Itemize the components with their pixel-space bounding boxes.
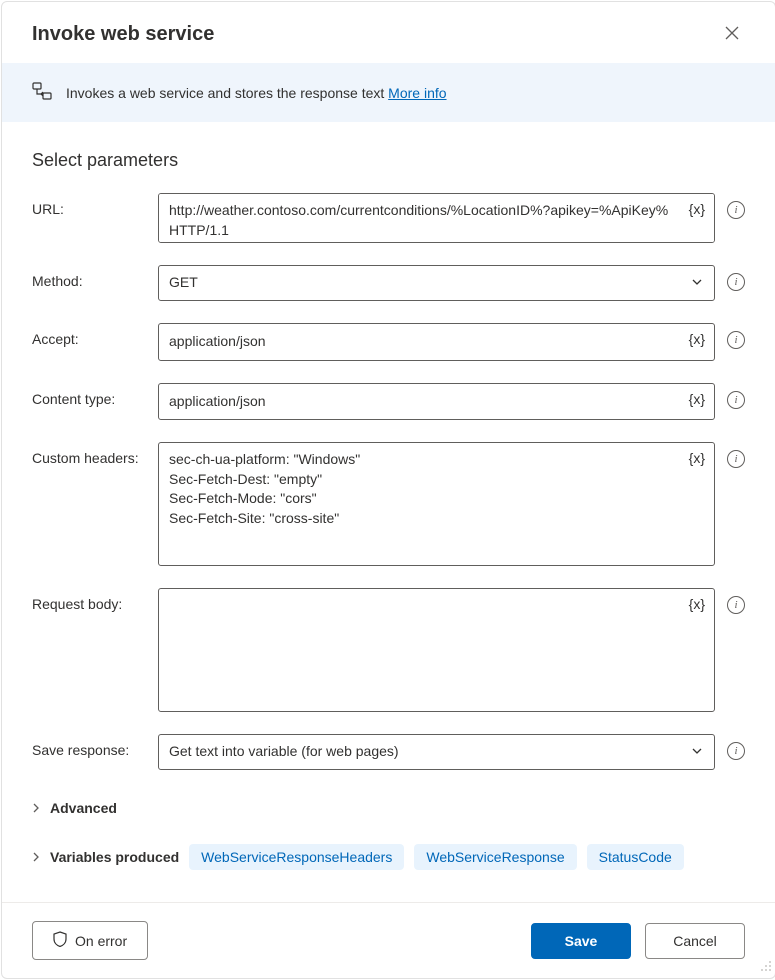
dialog-content: Select parameters URL: {x} i Method: GET — [2, 122, 775, 902]
variable-pill[interactable]: StatusCode — [587, 844, 684, 870]
banner-description: Invokes a web service and stores the res… — [66, 85, 388, 101]
field-row-method: Method: GET i — [32, 265, 745, 301]
chevron-right-icon — [32, 852, 42, 862]
label-url: URL: — [32, 193, 158, 217]
field-row-url: URL: {x} i — [32, 193, 745, 243]
field-row-save-response: Save response: Get text into variable (f… — [32, 734, 745, 770]
variable-pill[interactable]: WebServiceResponseHeaders — [189, 844, 404, 870]
content-type-input[interactable] — [158, 383, 715, 421]
info-icon[interactable]: i — [727, 596, 745, 614]
info-icon[interactable]: i — [727, 742, 745, 760]
info-icon[interactable]: i — [727, 273, 745, 291]
variable-picker-icon[interactable]: {x} — [689, 596, 705, 612]
variable-picker-icon[interactable]: {x} — [689, 391, 705, 407]
advanced-label: Advanced — [50, 800, 117, 816]
cancel-button[interactable]: Cancel — [645, 923, 745, 959]
close-button[interactable] — [719, 20, 745, 49]
request-body-input[interactable] — [158, 588, 715, 712]
close-icon — [725, 26, 739, 40]
info-icon[interactable]: i — [727, 331, 745, 349]
footer-right: Save Cancel — [531, 923, 745, 959]
variables-produced-row: Variables produced WebServiceResponseHea… — [32, 836, 745, 878]
info-icon[interactable]: i — [727, 201, 745, 219]
variable-picker-icon[interactable]: {x} — [689, 450, 705, 466]
section-title: Select parameters — [32, 150, 745, 171]
field-row-custom-headers: Custom headers: {x} i — [32, 442, 745, 566]
info-banner: Invokes a web service and stores the res… — [2, 63, 775, 122]
label-custom-headers: Custom headers: — [32, 442, 158, 466]
label-request-body: Request body: — [32, 588, 158, 612]
label-content-type: Content type: — [32, 383, 158, 407]
info-icon[interactable]: i — [727, 450, 745, 468]
web-service-icon — [32, 81, 52, 104]
variable-picker-icon[interactable]: {x} — [689, 201, 705, 217]
url-input[interactable] — [158, 193, 715, 243]
banner-text: Invokes a web service and stores the res… — [66, 85, 447, 101]
variable-picker-icon[interactable]: {x} — [689, 331, 705, 347]
save-response-select[interactable]: Get text into variable (for web pages) — [158, 734, 715, 770]
advanced-expander[interactable]: Advanced — [32, 792, 745, 824]
info-icon[interactable]: i — [727, 391, 745, 409]
dialog-footer: On error Save Cancel — [2, 902, 775, 978]
variables-produced-expander[interactable]: Variables produced — [32, 849, 179, 865]
method-select[interactable]: GET — [158, 265, 715, 301]
save-button[interactable]: Save — [531, 923, 631, 959]
dialog-title: Invoke web service — [32, 23, 214, 46]
chevron-right-icon — [32, 803, 42, 813]
label-method: Method: — [32, 265, 158, 289]
label-accept: Accept: — [32, 323, 158, 347]
variables-produced-label: Variables produced — [50, 849, 179, 865]
variable-pill[interactable]: WebServiceResponse — [414, 844, 576, 870]
method-value: GET — [169, 273, 198, 293]
dialog-header: Invoke web service — [2, 2, 775, 63]
label-save-response: Save response: — [32, 734, 158, 758]
save-response-value: Get text into variable (for web pages) — [169, 742, 399, 762]
field-row-content-type: Content type: {x} i — [32, 383, 745, 421]
invoke-web-service-dialog: Invoke web service Invokes a web service… — [1, 1, 775, 979]
on-error-button[interactable]: On error — [32, 921, 148, 960]
accept-input[interactable] — [158, 323, 715, 361]
field-row-accept: Accept: {x} i — [32, 323, 745, 361]
field-row-request-body: Request body: {x} i — [32, 588, 745, 712]
custom-headers-input[interactable] — [158, 442, 715, 566]
more-info-link[interactable]: More info — [388, 85, 446, 101]
on-error-label: On error — [75, 933, 127, 949]
shield-icon — [53, 931, 67, 950]
